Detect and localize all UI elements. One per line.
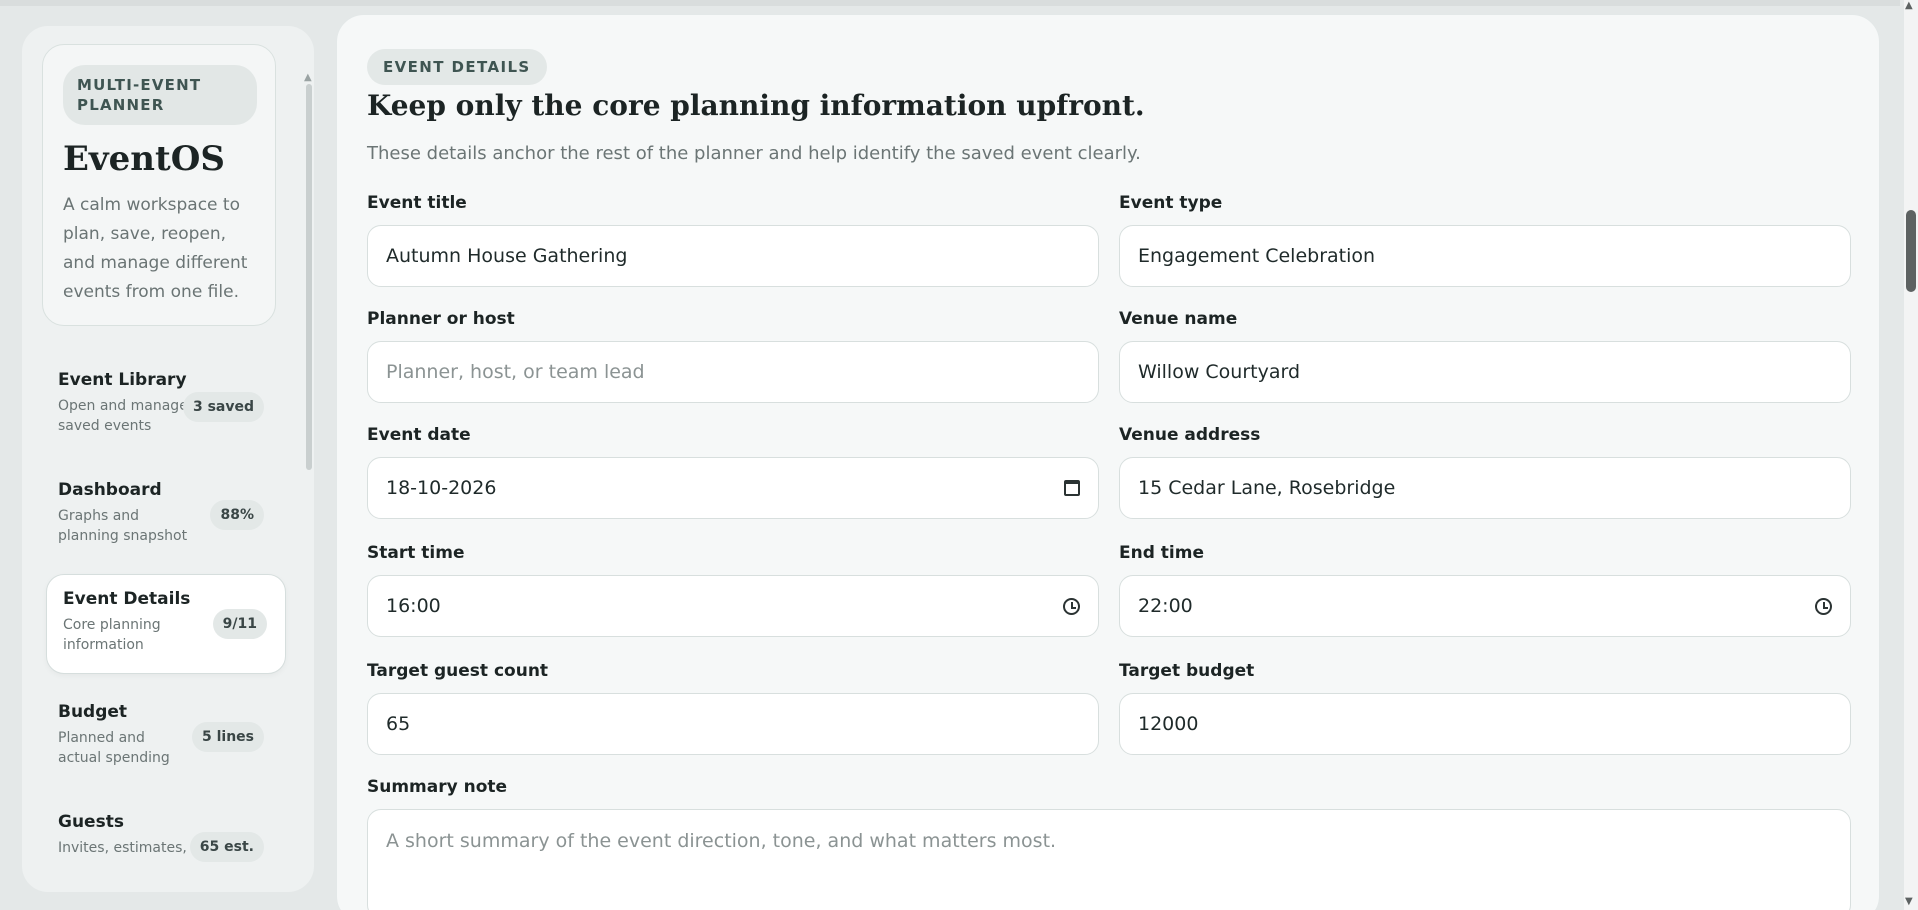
brand-title: EventOS: [63, 139, 225, 179]
event-date-label: Event date: [367, 425, 471, 445]
sidebar-scroll-up-icon[interactable]: ▲: [304, 72, 312, 83]
brand-pill: MULTI-EVENT PLANNER: [63, 65, 257, 125]
end-time-label: End time: [1119, 543, 1204, 563]
planner-placeholder: Planner, host, or team lead: [386, 361, 645, 383]
page-subtitle: These details anchor the rest of the pla…: [367, 143, 1141, 164]
calendar-icon[interactable]: [1064, 480, 1080, 496]
sidebar-item-subtitle: Planned and actual spending: [58, 730, 170, 766]
event-details-panel: EVENT DETAILS Keep only the core plannin…: [336, 14, 1880, 910]
brand-description: A calm workspace to plan, save, reopen, …: [63, 195, 248, 302]
venue-name-input[interactable]: Willow Courtyard: [1119, 341, 1851, 403]
page-scroll-up-icon[interactable]: ▲: [1905, 0, 1913, 11]
planner-label: Planner or host: [367, 309, 515, 329]
summary-label: Summary note: [367, 777, 508, 797]
venue-address-value: 15 Cedar Lane, Rosebridge: [1138, 477, 1396, 499]
planner-input[interactable]: Planner, host, or team lead: [367, 341, 1099, 403]
top-strip: [0, 0, 1900, 6]
start-time-value: 16:00: [386, 595, 441, 617]
sidebar: MULTI-EVENT PLANNER EventOS A calm works…: [22, 26, 314, 892]
sidebar-item-event-details[interactable]: Event Details Core planning information …: [46, 574, 286, 674]
sidebar-item-badge: 5 lines: [191, 722, 264, 752]
guest-count-label: Target guest count: [367, 661, 549, 681]
budget-label: Target budget: [1119, 661, 1255, 681]
event-type-label: Event type: [1119, 193, 1223, 213]
sidebar-item-title: Dashboard: [58, 480, 162, 500]
end-time-value: 22:00: [1138, 595, 1193, 617]
sidebar-item-title: Event Library: [58, 370, 187, 390]
section-pill: EVENT DETAILS: [367, 49, 547, 85]
page-title: Keep only the core planning information …: [367, 89, 1145, 122]
sidebar-item-subtitle: Invites, estimates,: [58, 840, 187, 856]
brand-card: MULTI-EVENT PLANNER EventOS A calm works…: [42, 44, 276, 326]
event-type-value: Engagement Celebration: [1138, 245, 1376, 267]
event-date-value: 18-10-2026: [386, 477, 497, 499]
sidebar-item-badge: 9/11: [212, 609, 267, 639]
sidebar-item-badge: 3 saved: [182, 392, 264, 422]
sidebar-item-subtitle: Core planning information: [63, 617, 161, 653]
budget-value: 12000: [1138, 713, 1199, 735]
venue-address-input[interactable]: 15 Cedar Lane, Rosebridge: [1119, 457, 1851, 519]
sidebar-item-badge: 65 est.: [189, 832, 264, 862]
event-title-input[interactable]: Autumn House Gathering: [367, 225, 1099, 287]
guest-count-value: 65: [386, 713, 411, 735]
sidebar-item-badge: 88%: [210, 500, 264, 530]
summary-textarea[interactable]: A short summary of the event direction, …: [367, 809, 1851, 910]
venue-address-label: Venue address: [1119, 425, 1261, 445]
clock-icon[interactable]: [1815, 597, 1832, 615]
sidebar-item-guests[interactable]: Guests Invites, estimates, 65 est.: [42, 798, 282, 892]
event-title-label: Event title: [367, 193, 467, 213]
budget-input[interactable]: 12000: [1119, 693, 1851, 755]
sidebar-item-event-library[interactable]: Event Library Open and manage saved even…: [42, 356, 282, 456]
sidebar-item-title: Event Details: [63, 589, 191, 609]
page-scroll-down-icon[interactable]: ▼: [1905, 896, 1913, 907]
page-scrollbar[interactable]: [1904, 0, 1918, 910]
start-time-input[interactable]: 16:00: [367, 575, 1099, 637]
venue-name-label: Venue name: [1119, 309, 1238, 329]
sidebar-item-budget[interactable]: Budget Planned and actual spending 5 lin…: [42, 688, 282, 788]
clock-icon[interactable]: [1063, 597, 1080, 615]
guest-count-input[interactable]: 65: [367, 693, 1099, 755]
sidebar-item-subtitle: Open and manage saved events: [58, 398, 188, 434]
event-type-input[interactable]: Engagement Celebration: [1119, 225, 1851, 287]
sidebar-scroll-down-icon[interactable]: ▼: [304, 888, 312, 892]
page-scrollbar-thumb[interactable]: [1906, 210, 1916, 292]
sidebar-item-title: Budget: [58, 702, 128, 722]
event-date-input[interactable]: 18-10-2026: [367, 457, 1099, 519]
event-title-value: Autumn House Gathering: [386, 245, 628, 267]
sidebar-item-dashboard[interactable]: Dashboard Graphs and planning snapshot 8…: [42, 466, 282, 566]
sidebar-scrollbar-thumb[interactable]: [306, 84, 312, 470]
summary-placeholder: A short summary of the event direction, …: [386, 830, 1057, 852]
sidebar-item-title: Guests: [58, 812, 124, 832]
sidebar-item-subtitle: Graphs and planning snapshot: [58, 508, 188, 544]
end-time-input[interactable]: 22:00: [1119, 575, 1851, 637]
venue-name-value: Willow Courtyard: [1138, 361, 1301, 383]
start-time-label: Start time: [367, 543, 465, 563]
